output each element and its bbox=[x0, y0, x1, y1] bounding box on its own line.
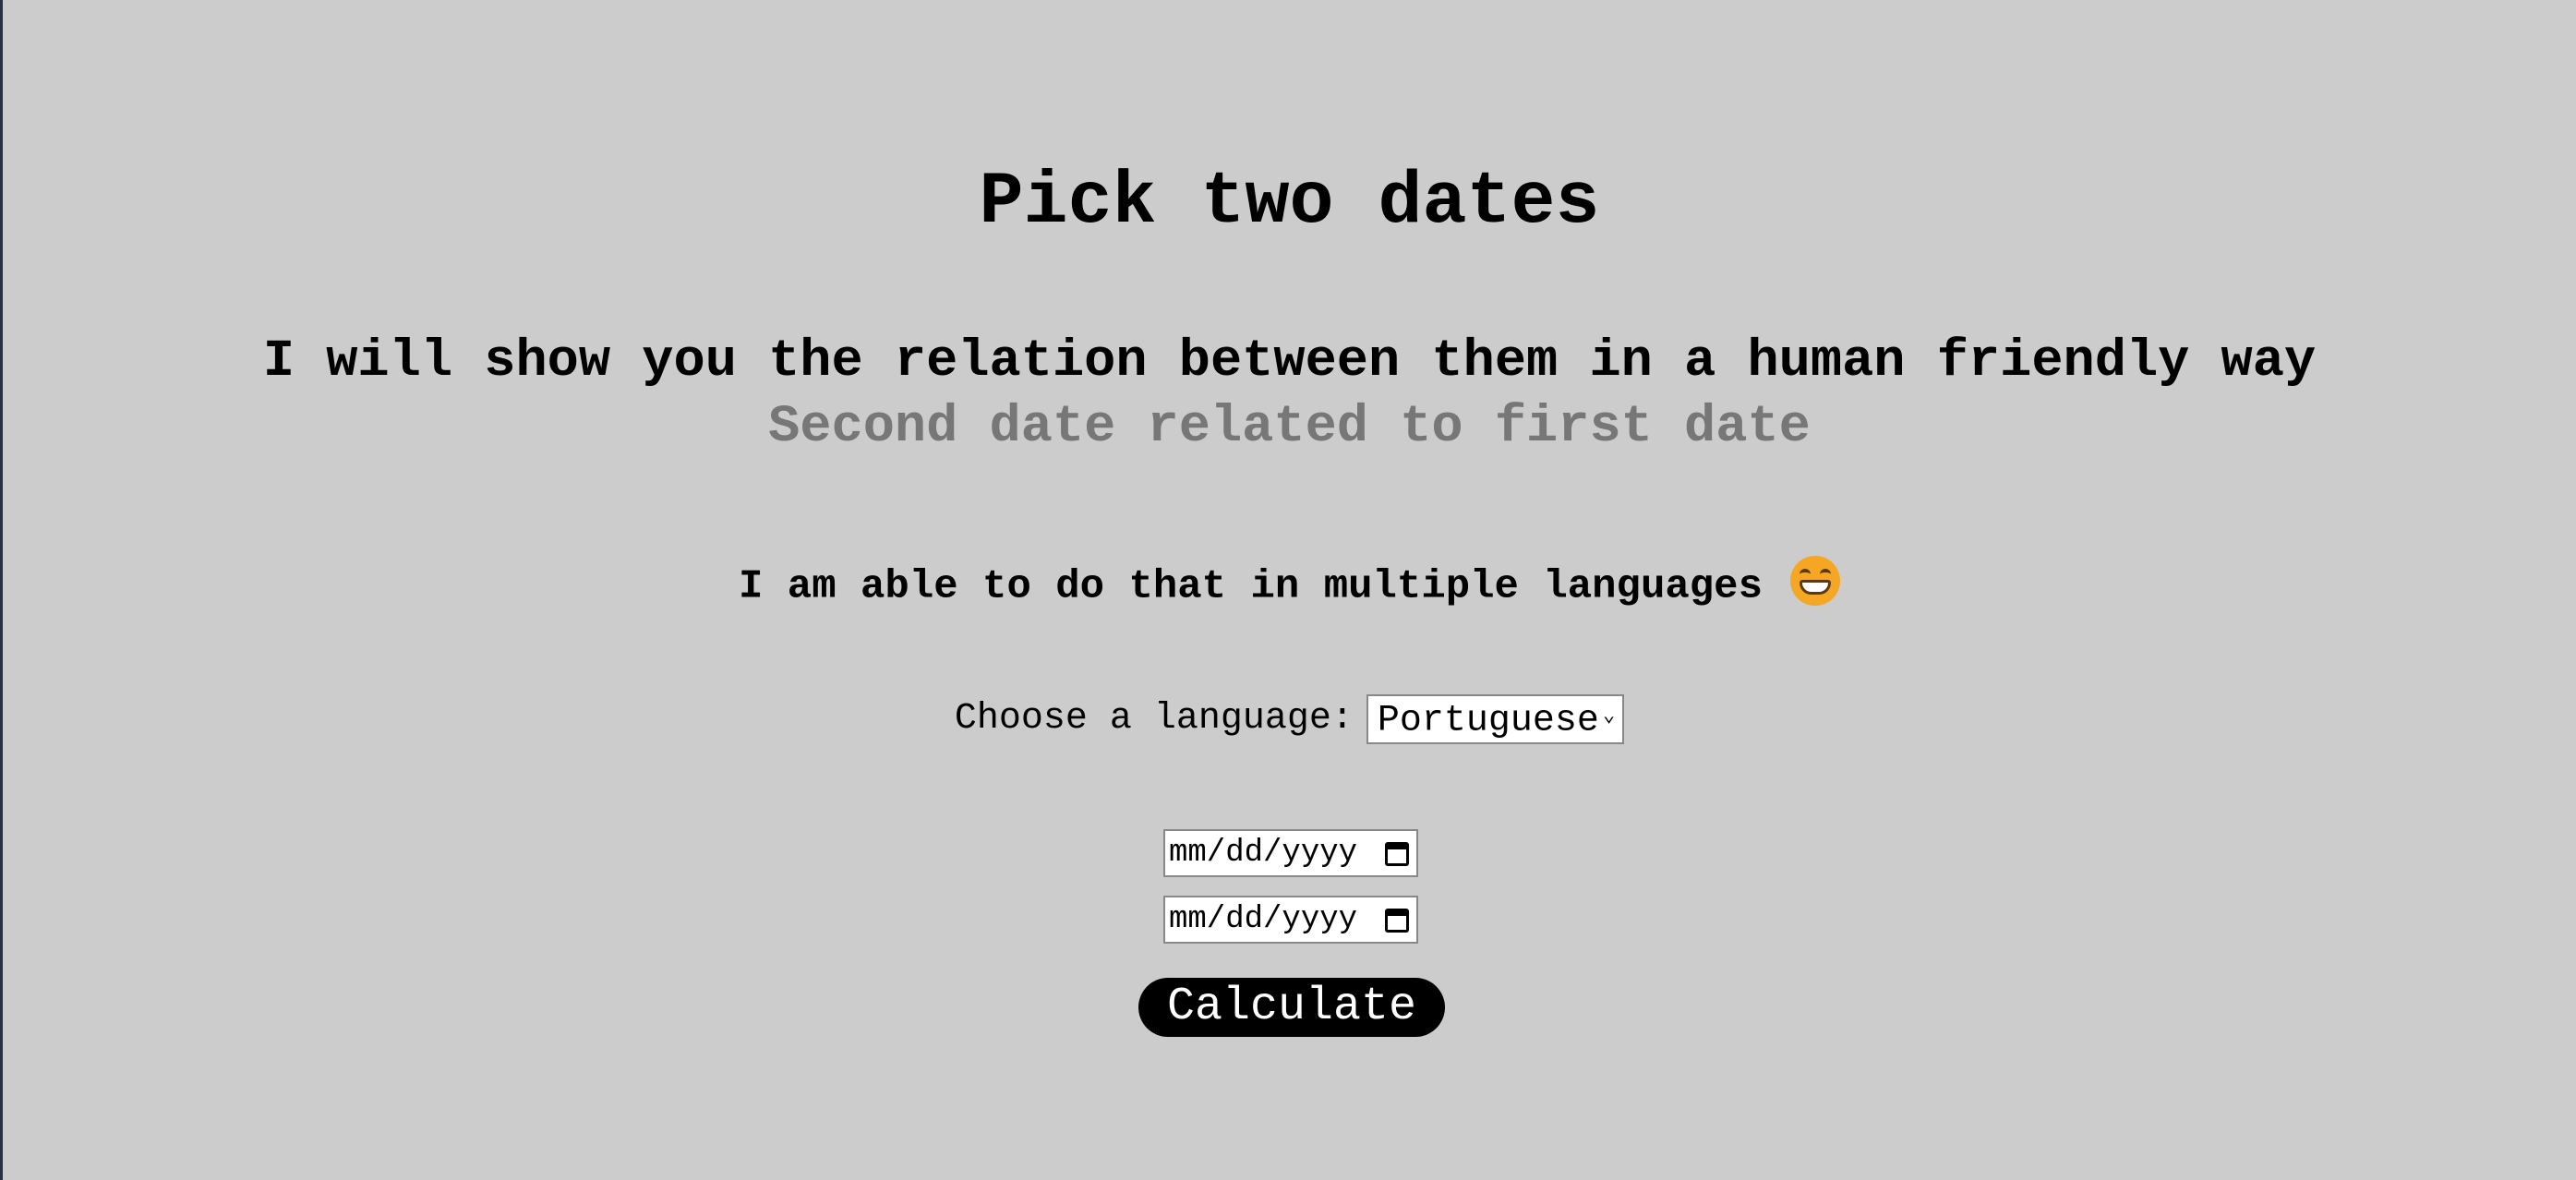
calculate-button[interactable]: Calculate bbox=[1138, 978, 1445, 1037]
page-title: Pick two dates bbox=[979, 161, 1600, 245]
language-select-value: Portuguese bbox=[1377, 700, 1599, 742]
page: Pick two dates I will show you the relat… bbox=[0, 0, 2576, 1180]
second-date-input[interactable]: mm/dd/yyyy bbox=[1163, 896, 1418, 944]
languages-note-text: I am able to do that in multiple languag… bbox=[739, 563, 1763, 610]
hint-text: Second date related to first date bbox=[768, 398, 1811, 457]
calendar-icon[interactable] bbox=[1385, 842, 1409, 866]
language-label: Choose a language: bbox=[954, 698, 1354, 740]
first-date-input[interactable]: mm/dd/yyyy bbox=[1163, 829, 1418, 877]
subtitle: I will show you the relation between the… bbox=[262, 332, 2317, 391]
grinning-face-icon bbox=[1789, 556, 1840, 606]
language-row: Choose a language: Portuguese ⌄ bbox=[3, 694, 2576, 744]
calendar-icon[interactable] bbox=[1385, 909, 1409, 933]
languages-note: I am able to do that in multiple languag… bbox=[3, 556, 2576, 611]
chevron-down-icon: ⌄ bbox=[1602, 704, 1616, 728]
language-select[interactable]: Portuguese ⌄ bbox=[1366, 694, 1625, 744]
second-date-placeholder: mm/dd/yyyy bbox=[1169, 902, 1358, 937]
first-date-placeholder: mm/dd/yyyy bbox=[1169, 836, 1358, 871]
